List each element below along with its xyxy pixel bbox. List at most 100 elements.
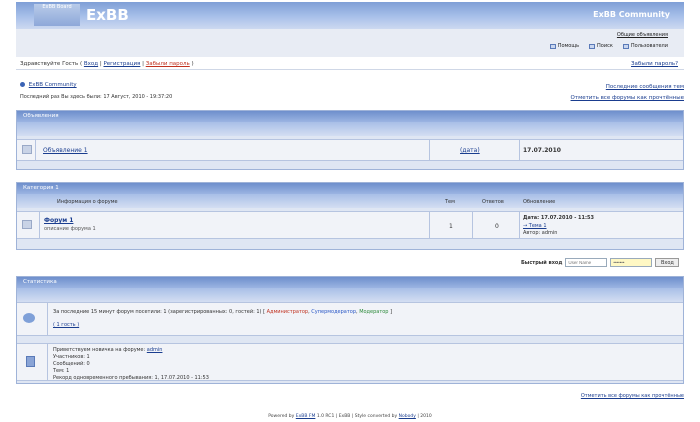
divider xyxy=(39,212,40,238)
active-topics-link[interactable]: Последние сообщения тем xyxy=(571,82,684,93)
divider xyxy=(519,212,520,238)
summary-text: Приветствуем новичка на форуме: admin Уч… xyxy=(53,347,209,382)
online-text: За последние 15 минут форум посетили: 1 … xyxy=(53,309,262,315)
mark-read-link[interactable]: Отметить все форумы как прочтённые xyxy=(571,93,684,104)
logo-box-text: ExBB Board xyxy=(42,4,72,10)
nav-search[interactable]: Поиск xyxy=(589,43,613,49)
forum-row: Форум 1 описание форума 1 1 0 Дата: 17.0… xyxy=(17,211,683,239)
welcome-line: Здравствуйте Гость ( Вход | Регистрация … xyxy=(20,61,194,67)
news-link[interactable]: Общие объявления xyxy=(617,32,668,38)
divider xyxy=(429,140,430,160)
category-title[interactable]: Категория 1 xyxy=(17,183,683,194)
forum-description: описание форума 1 xyxy=(44,226,96,232)
lost-password-link[interactable]: Забыли пароль xyxy=(146,61,190,67)
footer-powered: Powered by xyxy=(268,414,295,419)
legend-open: [ xyxy=(263,309,266,315)
last-post-topic-link[interactable]: → Тема 1 xyxy=(523,223,547,229)
subbar: Общие объявления Помощь Поиск Пользовате… xyxy=(16,29,684,57)
nav-menu: Помощь Поиск Пользователи xyxy=(549,43,668,49)
footer-end: | 2010 xyxy=(417,414,432,419)
nav-search-label: Поиск xyxy=(597,43,613,49)
breadcrumb-home[interactable]: ExBB Community xyxy=(29,82,77,88)
greeting-text: Здравствуйте Гость ( xyxy=(20,61,83,67)
folder-icon xyxy=(22,220,32,229)
user-bar: Здравствуйте Гость ( Вход | Регистрация … xyxy=(16,58,684,70)
legend-sep: , xyxy=(308,309,310,315)
category-panel: Категория 1 Информация о форуме Тем Отве… xyxy=(16,182,684,250)
online-row: За последние 15 минут форум посетили: 1 … xyxy=(17,302,683,336)
last-post-author: Автор: admin xyxy=(523,230,558,236)
legend-sep: , xyxy=(356,309,358,315)
new-member-link[interactable]: admin xyxy=(147,347,163,353)
record-line: Рекорд одновременного пребывания: 1, 17.… xyxy=(53,375,209,381)
login-link[interactable]: Вход xyxy=(84,61,98,67)
forum-posts-count: 0 xyxy=(495,223,499,230)
column-headers: Информация о форуме Тем Ответов Обновлен… xyxy=(17,194,683,208)
divider xyxy=(35,140,36,160)
header-banner: ExBB Board ExBB ExBB Community xyxy=(16,2,684,29)
last-post-date: Дата: 17.07.2010 - 11:53 xyxy=(523,215,594,221)
password-input[interactable] xyxy=(610,258,653,267)
statistics-panel: Статистика За последние 15 минут форум п… xyxy=(16,276,684,384)
footer: Powered by ExBB FM 1.0 RC1 | ExBB | Styl… xyxy=(0,414,700,419)
divider xyxy=(472,212,473,238)
mark-all-read-link[interactable]: Отметить все форумы как прочтённые xyxy=(581,393,684,399)
separator: | xyxy=(142,61,144,67)
help-icon xyxy=(549,43,556,49)
footer-author-link[interactable]: Nobody xyxy=(399,414,416,419)
breadcrumb: ExBB Community xyxy=(20,82,77,88)
forum-topics-count: 1 xyxy=(449,223,453,230)
nav-users[interactable]: Пользователи xyxy=(622,43,668,49)
stats-title: Статистика xyxy=(17,277,683,288)
legend-admin: Администратор xyxy=(266,309,309,315)
footer-exbb-link[interactable]: ExBB FM xyxy=(296,414,316,419)
announcement-row: Объявление 1 (дата) 17.07.2010 xyxy=(17,139,683,161)
last-visit-text: Последний раз Вы здесь были: 17 Август, … xyxy=(20,94,173,100)
new-member-label: Приветствуем новичка на форуме: xyxy=(53,347,146,353)
new-member-line: Приветствуем новичка на форуме: admin xyxy=(53,347,209,354)
online-users-icon xyxy=(23,313,35,323)
closing-paren: ) xyxy=(191,61,194,67)
nav-help[interactable]: Помощь xyxy=(549,43,580,49)
home-icon xyxy=(20,82,25,87)
col-updated: Обновление xyxy=(523,199,556,205)
search-icon xyxy=(589,43,596,49)
announcement-link[interactable]: Объявление 1 xyxy=(43,147,88,154)
divider xyxy=(47,303,48,335)
col-topics: Тем xyxy=(445,199,455,205)
users-icon xyxy=(622,43,629,49)
nav-help-label: Помощь xyxy=(557,43,580,49)
logo-text[interactable]: ExBB xyxy=(86,6,129,24)
folder-icon xyxy=(22,145,32,154)
announcement-date: 17.07.2010 xyxy=(523,147,561,154)
login-button[interactable]: Вход xyxy=(655,258,680,267)
announcements-panel: Объявления Объявление 1 (дата) 17.07.201… xyxy=(16,110,684,170)
divider xyxy=(47,344,48,380)
legend-moderator: Модератор xyxy=(359,309,389,315)
users-count: Участников: 1 xyxy=(53,354,90,360)
online-users-list[interactable]: ( 1 гость ) xyxy=(53,322,79,328)
register-link[interactable]: Регистрация xyxy=(103,61,140,67)
panel-title: Объявления xyxy=(17,111,683,122)
right-links: Последние сообщения тем Отметить все фор… xyxy=(571,82,684,104)
panel-subheader xyxy=(17,122,683,136)
topics-count: Тем: 1 xyxy=(53,368,70,374)
username-input[interactable] xyxy=(565,258,608,267)
forum-link[interactable]: Форум 1 xyxy=(44,217,73,224)
col-forum-info: Информация о форуме xyxy=(57,199,118,205)
footer-version: 1.0 RC1 xyxy=(316,414,335,419)
online-line: За последние 15 минут форум посетили: 1 … xyxy=(53,309,392,315)
separator: | xyxy=(99,61,102,67)
quick-login-label: Быстрый вход xyxy=(521,259,563,266)
announcement-date-link[interactable]: (дата) xyxy=(460,147,480,154)
legend-close: ] xyxy=(390,309,393,315)
forgot-password-link[interactable]: Забыли пароль? xyxy=(631,61,678,67)
footer-rest: | ExBB | Style converted by xyxy=(335,414,398,419)
logo-box: ExBB Board xyxy=(34,4,80,26)
book-icon xyxy=(26,356,35,367)
legend-supermoderator: Супермодератор xyxy=(311,309,356,315)
col-posts: Ответов xyxy=(482,199,504,205)
summary-row: Приветствуем новичка на форуме: admin Уч… xyxy=(17,343,683,381)
panel-subheader xyxy=(17,288,683,302)
divider xyxy=(429,212,430,238)
